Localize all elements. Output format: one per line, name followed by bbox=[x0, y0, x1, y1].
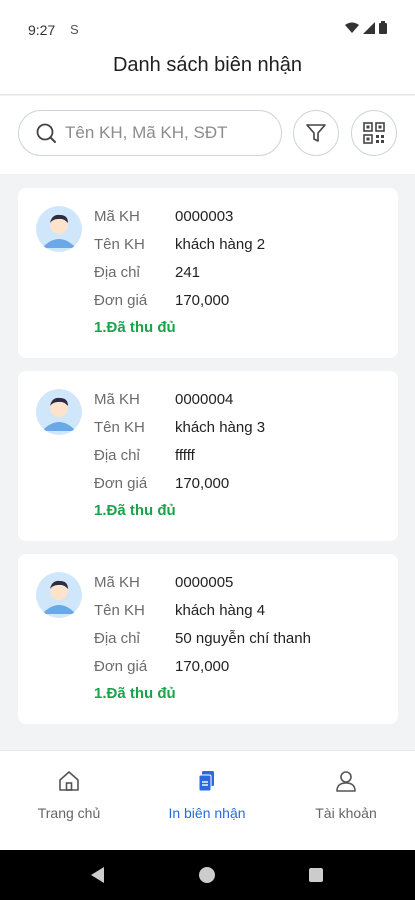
address-label: Địa chỉ bbox=[94, 630, 140, 647]
status-badge: 1.Đã thu đủ bbox=[94, 502, 176, 519]
price-value: 170,000 bbox=[175, 475, 230, 492]
status-icons bbox=[345, 21, 387, 34]
name-label: Tên KH bbox=[94, 419, 145, 436]
address-label: Địa chỉ bbox=[94, 264, 140, 281]
receipt-card[interactable]: Mã KH 0000004 Tên KH khách hàng 3 Địa ch… bbox=[18, 371, 398, 541]
status-time: 9:27 bbox=[28, 22, 56, 38]
code-value: 0000003 bbox=[175, 208, 234, 225]
receipt-card[interactable]: Mã KH 0000003 Tên KH khách hàng 2 Địa ch… bbox=[18, 188, 398, 358]
sim-icon: S bbox=[70, 22, 79, 37]
recents-icon[interactable] bbox=[307, 866, 325, 884]
address-value: 241 bbox=[175, 264, 201, 281]
avatar bbox=[36, 572, 82, 618]
signal-icon bbox=[363, 21, 375, 34]
app-header: Danh sách biên nhận bbox=[0, 44, 415, 95]
battery-icon bbox=[379, 21, 387, 34]
code-value: 0000005 bbox=[175, 574, 234, 591]
back-icon[interactable] bbox=[89, 866, 107, 884]
price-label: Đơn giá bbox=[94, 292, 148, 309]
code-label: Mã KH bbox=[94, 574, 140, 591]
filter-icon bbox=[306, 124, 326, 142]
nav-item-account[interactable]: Tài khoản bbox=[277, 751, 415, 851]
receipt-card[interactable]: Mã KH 0000005 Tên KH khách hàng 4 Địa ch… bbox=[18, 554, 398, 724]
price-value: 170,000 bbox=[175, 658, 230, 675]
avatar bbox=[36, 389, 82, 435]
nav-label-account: Tài khoản bbox=[315, 805, 377, 821]
price-value: 170,000 bbox=[175, 292, 230, 309]
search-box[interactable] bbox=[18, 110, 282, 156]
status-badge: 1.Đã thu đủ bbox=[94, 685, 176, 702]
filter-button[interactable] bbox=[293, 110, 339, 156]
system-nav-bar bbox=[0, 850, 415, 900]
avatar bbox=[36, 206, 82, 252]
page-title: Danh sách biên nhận bbox=[112, 54, 303, 76]
home-icon bbox=[59, 771, 79, 791]
status-badge: 1.Đã thu đủ bbox=[94, 319, 176, 336]
address-label: Địa chỉ bbox=[94, 447, 140, 464]
receipt-icon bbox=[198, 771, 214, 792]
status-bar: 9:27 S bbox=[0, 0, 415, 44]
code-value: 0000004 bbox=[175, 391, 234, 408]
nav-item-home[interactable]: Trang chủ bbox=[0, 751, 138, 851]
name-label: Tên KH bbox=[94, 602, 145, 619]
nav-item-print-receipt[interactable]: In biên nhận bbox=[138, 751, 276, 851]
name-value: khách hàng 3 bbox=[175, 419, 266, 436]
search-input[interactable] bbox=[63, 122, 267, 144]
bottom-nav: Trang chủ In biên nhận Tài khoản bbox=[0, 750, 415, 851]
search-icon bbox=[36, 123, 56, 143]
address-value: fffff bbox=[175, 447, 195, 464]
qr-code-icon bbox=[363, 122, 385, 144]
name-value: khách hàng 2 bbox=[175, 236, 266, 253]
user-icon bbox=[336, 771, 356, 792]
name-value: khách hàng 4 bbox=[175, 602, 266, 619]
address-value: 50 nguyễn chí thanh bbox=[175, 630, 311, 647]
nav-label-print-receipt: In biên nhận bbox=[168, 805, 246, 821]
home-nav-icon[interactable] bbox=[198, 866, 216, 884]
price-label: Đơn giá bbox=[94, 658, 148, 675]
name-label: Tên KH bbox=[94, 236, 145, 253]
search-bar bbox=[0, 96, 415, 174]
code-label: Mã KH bbox=[94, 208, 140, 225]
qr-scan-button[interactable] bbox=[351, 110, 397, 156]
nav-label-home: Trang chủ bbox=[37, 805, 101, 821]
code-label: Mã KH bbox=[94, 391, 140, 408]
wifi-icon bbox=[345, 22, 359, 33]
price-label: Đơn giá bbox=[94, 475, 148, 492]
